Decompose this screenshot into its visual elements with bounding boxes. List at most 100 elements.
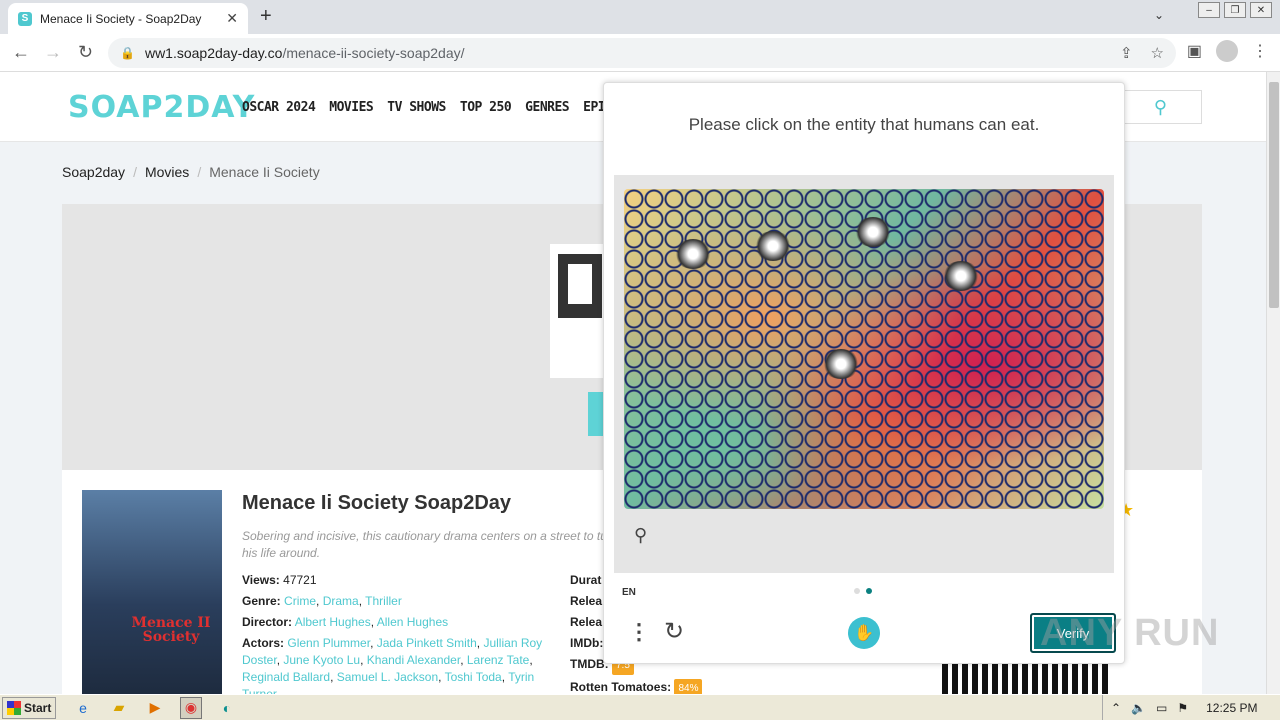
- browser-toolbar: ← → ↻ 🔒 ww1.soap2day-day.co/menace-ii-so…: [0, 34, 1280, 72]
- system-tray: ⌃ 🔈 ▭ ⚑ 12:25 PM: [1102, 695, 1280, 720]
- back-arrow-icon[interactable]: ←: [12, 42, 30, 63]
- language-selector[interactable]: EN: [622, 587, 636, 598]
- lock-icon[interactable]: 🔒: [120, 46, 135, 60]
- window-controls: – ❐ ✕: [1198, 2, 1272, 18]
- actor-link[interactable]: Larenz Tate: [467, 653, 530, 667]
- side-panel-icon[interactable]: ▣: [1187, 41, 1202, 61]
- tray-arrow-icon[interactable]: ⌃: [1111, 701, 1121, 715]
- rt-badge: 84%: [674, 679, 703, 694]
- views-value: 47721: [283, 573, 317, 587]
- player-thumbnail: [558, 254, 602, 318]
- ie-icon[interactable]: e: [72, 697, 94, 719]
- forward-arrow-icon[interactable]: →: [44, 42, 62, 63]
- captcha-object[interactable]: [822, 349, 860, 379]
- breadcrumb-home[interactable]: Soap2day: [62, 164, 125, 180]
- actor-link[interactable]: June Kyoto Lu: [283, 653, 360, 667]
- director-label: Director:: [242, 615, 293, 629]
- bookmark-star-icon[interactable]: ☆: [1151, 44, 1164, 62]
- nav-item-oscar[interactable]: OSCAR 2024: [242, 100, 316, 115]
- close-window-icon[interactable]: ✕: [1250, 2, 1272, 18]
- captcha-object[interactable]: [754, 231, 792, 261]
- page-dot-active: [866, 588, 872, 594]
- page-dot: [854, 588, 860, 594]
- site-logo[interactable]: SOAP2DAY: [68, 90, 255, 125]
- share-icon[interactable]: ⇪: [1120, 44, 1133, 62]
- main-nav: OSCAR 2024 MOVIES TV SHOWS TOP 250 GENRE…: [242, 100, 635, 115]
- tab-search-chevron-icon[interactable]: ⌄: [1154, 8, 1164, 22]
- browser-menu-icon[interactable]: ⋮: [1252, 41, 1268, 61]
- site-search-button[interactable]: ⚲: [1120, 90, 1202, 124]
- restore-icon[interactable]: ❐: [1224, 2, 1246, 18]
- actors-label: Actors:: [242, 636, 285, 650]
- profile-avatar[interactable]: [1216, 40, 1238, 62]
- genre-label: Genre:: [242, 594, 281, 608]
- start-button[interactable]: Start: [2, 696, 56, 719]
- nav-item-tv-shows[interactable]: TV SHOWS: [387, 100, 446, 115]
- actor-link[interactable]: Glenn Plummer: [287, 636, 370, 650]
- tab-title: Menace Ii Society - Soap2Day: [40, 11, 202, 26]
- captcha-challenge-area: ⚲: [614, 175, 1114, 573]
- folder-icon[interactable]: ▰: [108, 697, 130, 719]
- breadcrumb-separator: /: [197, 164, 202, 180]
- reload-icon[interactable]: ↻: [78, 42, 93, 63]
- captcha-object[interactable]: [942, 261, 980, 291]
- search-icon: ⚲: [1153, 96, 1168, 117]
- nav-item-top-250[interactable]: TOP 250: [460, 100, 512, 115]
- url-path: /menace-ii-society-soap2day/: [282, 45, 465, 61]
- browser-tab[interactable]: S Menace Ii Society - Soap2Day ✕: [8, 3, 248, 34]
- captcha-object[interactable]: [674, 239, 712, 269]
- movie-title: Menace Ii Society Soap2Day: [242, 492, 512, 514]
- movie-description: Sobering and incisive, this cautionary d…: [242, 529, 618, 560]
- clock: 12:25 PM: [1206, 701, 1258, 715]
- minimize-icon[interactable]: –: [1198, 2, 1220, 18]
- zoom-search-icon[interactable]: ⚲: [634, 525, 647, 546]
- genre-link[interactable]: Crime: [284, 594, 316, 608]
- views-label: Views:: [242, 573, 280, 587]
- volume-icon[interactable]: 🔈: [1131, 701, 1146, 715]
- browser-tabbar: S Menace Ii Society - Soap2Day ✕ + ⌄ – ❐…: [0, 0, 1280, 34]
- start-label: Start: [24, 700, 52, 715]
- scrollbar-thumb[interactable]: [1269, 82, 1279, 308]
- actor-link[interactable]: Reginald Ballard: [242, 670, 330, 684]
- media-player-icon[interactable]: ▶: [144, 697, 166, 719]
- movie-meta: Views: 47721 Genre: Crime, Drama, Thrill…: [242, 572, 562, 694]
- captcha-refresh-icon[interactable]: ↻: [664, 617, 684, 646]
- breadcrumb-current: Menace Ii Society: [209, 164, 320, 180]
- rt-label: Rotten Tomatoes:: [570, 680, 672, 694]
- director-link[interactable]: Albert Hughes: [295, 615, 371, 629]
- windows-logo-icon: [7, 700, 21, 715]
- actor-link[interactable]: Toshi Toda: [445, 670, 502, 684]
- nav-item-genres[interactable]: GENRES: [525, 100, 569, 115]
- page-scrollbar[interactable]: [1266, 72, 1280, 694]
- close-tab-icon[interactable]: ✕: [226, 10, 238, 27]
- challenge-page-dots: [854, 588, 872, 594]
- genre-link[interactable]: Drama: [323, 594, 359, 608]
- url-host: ww1.soap2day-day.co: [144, 45, 283, 61]
- genre-link[interactable]: Thriller: [365, 594, 402, 608]
- hcaptcha-logo-icon: ✋: [848, 617, 880, 649]
- favicon-icon: S: [18, 11, 32, 26]
- windows-taskbar: Start e ▰ ▶ ◉ ◐ ⌃ 🔈 ▭ ⚑ 12:25 PM: [0, 694, 1280, 720]
- director-link[interactable]: Allen Hughes: [377, 615, 448, 629]
- actor-link[interactable]: Samuel L. Jackson: [337, 670, 438, 684]
- nav-item-movies[interactable]: MOVIES: [329, 100, 373, 115]
- network-icon[interactable]: ▭: [1156, 701, 1167, 715]
- player-card: [550, 244, 610, 378]
- quick-launch: e ▰ ▶ ◉ ◐: [72, 696, 238, 719]
- actor-link[interactable]: Khandi Alexander: [367, 653, 460, 667]
- address-bar[interactable]: 🔒 ww1.soap2day-day.co/menace-ii-society-…: [108, 38, 1176, 68]
- anyrun-watermark: ANY RUN: [1040, 612, 1220, 654]
- chrome-icon[interactable]: ◉: [180, 696, 202, 719]
- poster-title: Menace II Society: [131, 615, 211, 645]
- actor-link[interactable]: Jada Pinkett Smith: [377, 636, 477, 650]
- new-tab-icon[interactable]: +: [260, 5, 272, 28]
- breadcrumb-separator: /: [133, 164, 137, 180]
- edge-icon[interactable]: ◐: [216, 697, 238, 719]
- captcha-menu-icon[interactable]: ⋮: [628, 619, 650, 645]
- captcha-prompt: Please click on the entity that humans c…: [688, 115, 1040, 134]
- captcha-object[interactable]: [854, 217, 892, 247]
- breadcrumb-section[interactable]: Movies: [145, 164, 189, 180]
- captcha-dialog: Please click on the entity that humans c…: [603, 82, 1125, 664]
- flag-icon[interactable]: ⚑: [1177, 701, 1188, 715]
- captcha-challenge-image[interactable]: [624, 189, 1104, 509]
